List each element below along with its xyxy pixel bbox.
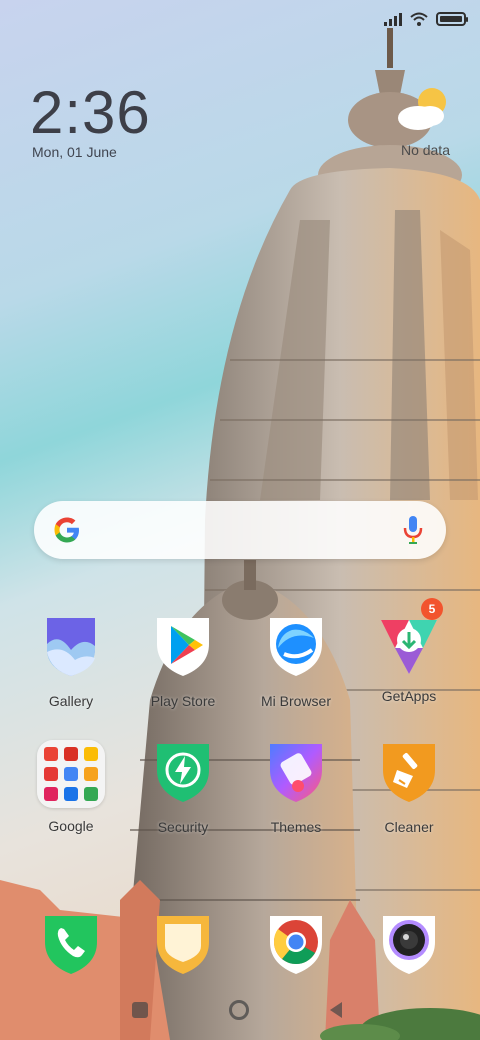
cleaner-label: Cleaner xyxy=(384,819,434,835)
app-play-store[interactable]: Play Store xyxy=(133,614,233,709)
dock-notes[interactable] xyxy=(133,912,233,981)
camera-icon xyxy=(383,916,435,974)
navigation-bar xyxy=(0,998,480,1022)
gallery-label: Gallery xyxy=(48,693,94,709)
app-getapps[interactable]: 5 GetApps xyxy=(359,598,459,704)
gallery-icon xyxy=(47,618,95,676)
notes-icon xyxy=(157,916,209,974)
clock-time[interactable]: 2:36 xyxy=(30,78,151,147)
app-gallery[interactable]: Gallery xyxy=(21,614,121,709)
mi-browser-icon xyxy=(270,618,322,676)
security-label: Security xyxy=(157,819,209,835)
google-folder-icon xyxy=(37,740,105,808)
app-themes[interactable]: Themes xyxy=(246,740,346,835)
play-store-label: Play Store xyxy=(150,693,216,709)
themes-label: Themes xyxy=(270,819,322,835)
notification-badge: 5 xyxy=(421,598,443,620)
google-g-icon xyxy=(54,517,79,543)
weather-label: No data xyxy=(400,142,450,158)
security-icon xyxy=(157,744,209,802)
clock-date[interactable]: Mon, 01 June xyxy=(32,144,117,160)
wifi-icon xyxy=(410,12,428,26)
folder-google[interactable]: Google xyxy=(21,740,121,834)
chrome-icon xyxy=(270,916,322,974)
play-store-icon xyxy=(157,618,209,676)
google-search-bar[interactable] xyxy=(34,501,446,559)
signal-icon xyxy=(384,12,402,26)
app-security[interactable]: Security xyxy=(133,740,233,835)
dock-chrome[interactable] xyxy=(246,912,346,981)
battery-icon xyxy=(436,12,468,26)
app-cleaner[interactable]: Cleaner xyxy=(359,740,459,835)
microphone-icon[interactable] xyxy=(402,515,424,545)
getapps-icon xyxy=(381,620,437,674)
partly-cloudy-icon xyxy=(398,88,446,130)
mi-browser-label: Mi Browser xyxy=(260,693,331,709)
back-button[interactable] xyxy=(330,1002,342,1018)
home-button[interactable] xyxy=(229,1000,249,1020)
themes-icon xyxy=(270,744,322,802)
app-mi-browser[interactable]: Mi Browser xyxy=(246,614,346,709)
google-folder-label: Google xyxy=(48,818,94,834)
getapps-label: GetApps xyxy=(381,688,437,704)
phone-icon xyxy=(45,916,97,974)
dock-camera[interactable] xyxy=(359,912,459,981)
cleaner-icon xyxy=(383,744,435,802)
dock-phone[interactable] xyxy=(21,912,121,981)
status-bar xyxy=(0,0,480,40)
recent-apps-button[interactable] xyxy=(132,1002,148,1018)
